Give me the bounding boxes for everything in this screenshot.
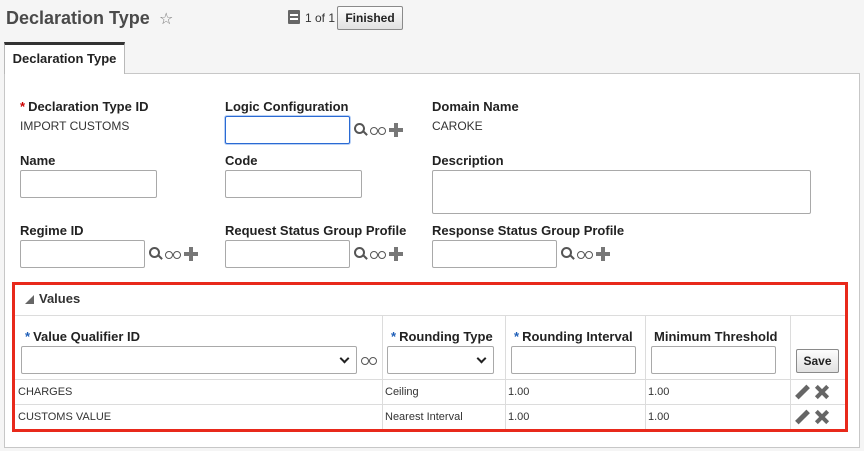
- delete-x-icon[interactable]: [815, 385, 829, 399]
- glasses-icon[interactable]: [361, 355, 378, 365]
- column-divider: [645, 315, 646, 429]
- row-divider: [15, 404, 845, 405]
- table-cell-rounding-interval: 1.00: [508, 386, 530, 398]
- plus-icon[interactable]: [389, 247, 403, 261]
- column-divider: [505, 315, 506, 429]
- minimum-threshold-input[interactable]: [651, 346, 776, 374]
- document-icon: [288, 10, 300, 24]
- plus-icon[interactable]: [184, 247, 198, 261]
- description-label: Description: [432, 153, 504, 168]
- rounding-interval-input[interactable]: [511, 346, 636, 374]
- table-cell-minimum-threshold: 1.00: [648, 411, 670, 423]
- column-header-minimum-threshold: Minimum Threshold: [654, 329, 778, 344]
- domain-name-value: CAROKE: [432, 119, 483, 133]
- page-title: Declaration Type: [6, 8, 150, 28]
- table-cell-minimum-threshold: 1.00: [648, 386, 670, 398]
- edit-pencil-icon[interactable]: [795, 410, 811, 426]
- declaration-type-id-label: * Declaration Type ID: [20, 99, 149, 114]
- table-cell-rounding-type: Ceiling: [385, 386, 419, 398]
- request-status-group-profile-input[interactable]: [225, 240, 350, 268]
- plus-icon[interactable]: [389, 123, 403, 137]
- collapse-triangle-icon[interactable]: [25, 295, 34, 304]
- star-icon[interactable]: ☆: [159, 9, 173, 29]
- code-input[interactable]: [225, 170, 362, 198]
- chevron-down-icon: [476, 353, 487, 364]
- response-status-group-profile-label: Response Status Group Profile: [432, 223, 625, 238]
- declaration-type-id-value: IMPORT CUSTOMS: [20, 119, 130, 133]
- request-status-group-profile-label: Request Status Group Profile: [225, 223, 407, 238]
- values-table: * Value Qualifier ID * Rounding Type * Roun…: [15, 315, 845, 429]
- column-header-rounding-type: * Rounding Type: [391, 329, 493, 344]
- glasses-icon[interactable]: [370, 249, 387, 259]
- values-section-title: Values: [39, 291, 81, 306]
- column-header-rounding-interval: * Rounding Interval: [514, 329, 633, 344]
- table-cell-qualifier: CHARGES: [18, 386, 73, 398]
- pager-text: 1 of 1: [305, 11, 336, 25]
- glasses-icon[interactable]: [370, 125, 387, 135]
- required-marker: *: [514, 329, 520, 344]
- save-button[interactable]: Save: [796, 349, 839, 373]
- rounding-type-select[interactable]: [387, 346, 494, 374]
- search-icon[interactable]: [149, 247, 163, 261]
- name-label: Name: [20, 153, 56, 168]
- row-divider: [15, 315, 845, 316]
- chevron-down-icon: [339, 353, 350, 364]
- edit-pencil-icon[interactable]: [795, 385, 811, 401]
- description-textarea[interactable]: [432, 170, 811, 214]
- glasses-icon[interactable]: [165, 249, 182, 259]
- search-icon[interactable]: [354, 123, 368, 137]
- page-header: Declaration Type ☆ 1 of 1 Finished: [0, 0, 864, 40]
- code-label: Code: [225, 153, 258, 168]
- domain-name-label: Domain Name: [432, 99, 519, 114]
- table-cell-rounding-type: Nearest Interval: [385, 411, 463, 423]
- values-section: Values * Value Qualifier ID * Rounding Typ…: [12, 282, 848, 432]
- required-marker: *: [391, 329, 397, 344]
- logic-configuration-input[interactable]: [225, 116, 350, 144]
- glasses-icon[interactable]: [577, 249, 594, 259]
- table-cell-qualifier: CUSTOMS VALUE: [18, 411, 112, 423]
- name-input[interactable]: [20, 170, 157, 198]
- search-icon[interactable]: [354, 247, 368, 261]
- tab-declaration-type[interactable]: Declaration Type: [4, 42, 125, 74]
- row-divider: [15, 379, 845, 380]
- finished-button[interactable]: Finished: [337, 6, 403, 30]
- logic-configuration-label: Logic Configuration: [225, 99, 349, 114]
- required-marker: *: [25, 329, 31, 344]
- value-qualifier-select[interactable]: [21, 346, 357, 374]
- regime-id-label: Regime ID: [20, 223, 84, 238]
- search-icon[interactable]: [561, 247, 575, 261]
- column-divider: [790, 315, 791, 429]
- response-status-group-profile-input[interactable]: [432, 240, 557, 268]
- table-cell-rounding-interval: 1.00: [508, 411, 530, 423]
- column-header-value-qualifier-id: * Value Qualifier ID: [25, 329, 140, 344]
- delete-x-icon[interactable]: [815, 410, 829, 424]
- required-marker: *: [20, 99, 26, 114]
- regime-id-input[interactable]: [20, 240, 145, 268]
- column-divider: [382, 315, 383, 429]
- plus-icon[interactable]: [596, 247, 610, 261]
